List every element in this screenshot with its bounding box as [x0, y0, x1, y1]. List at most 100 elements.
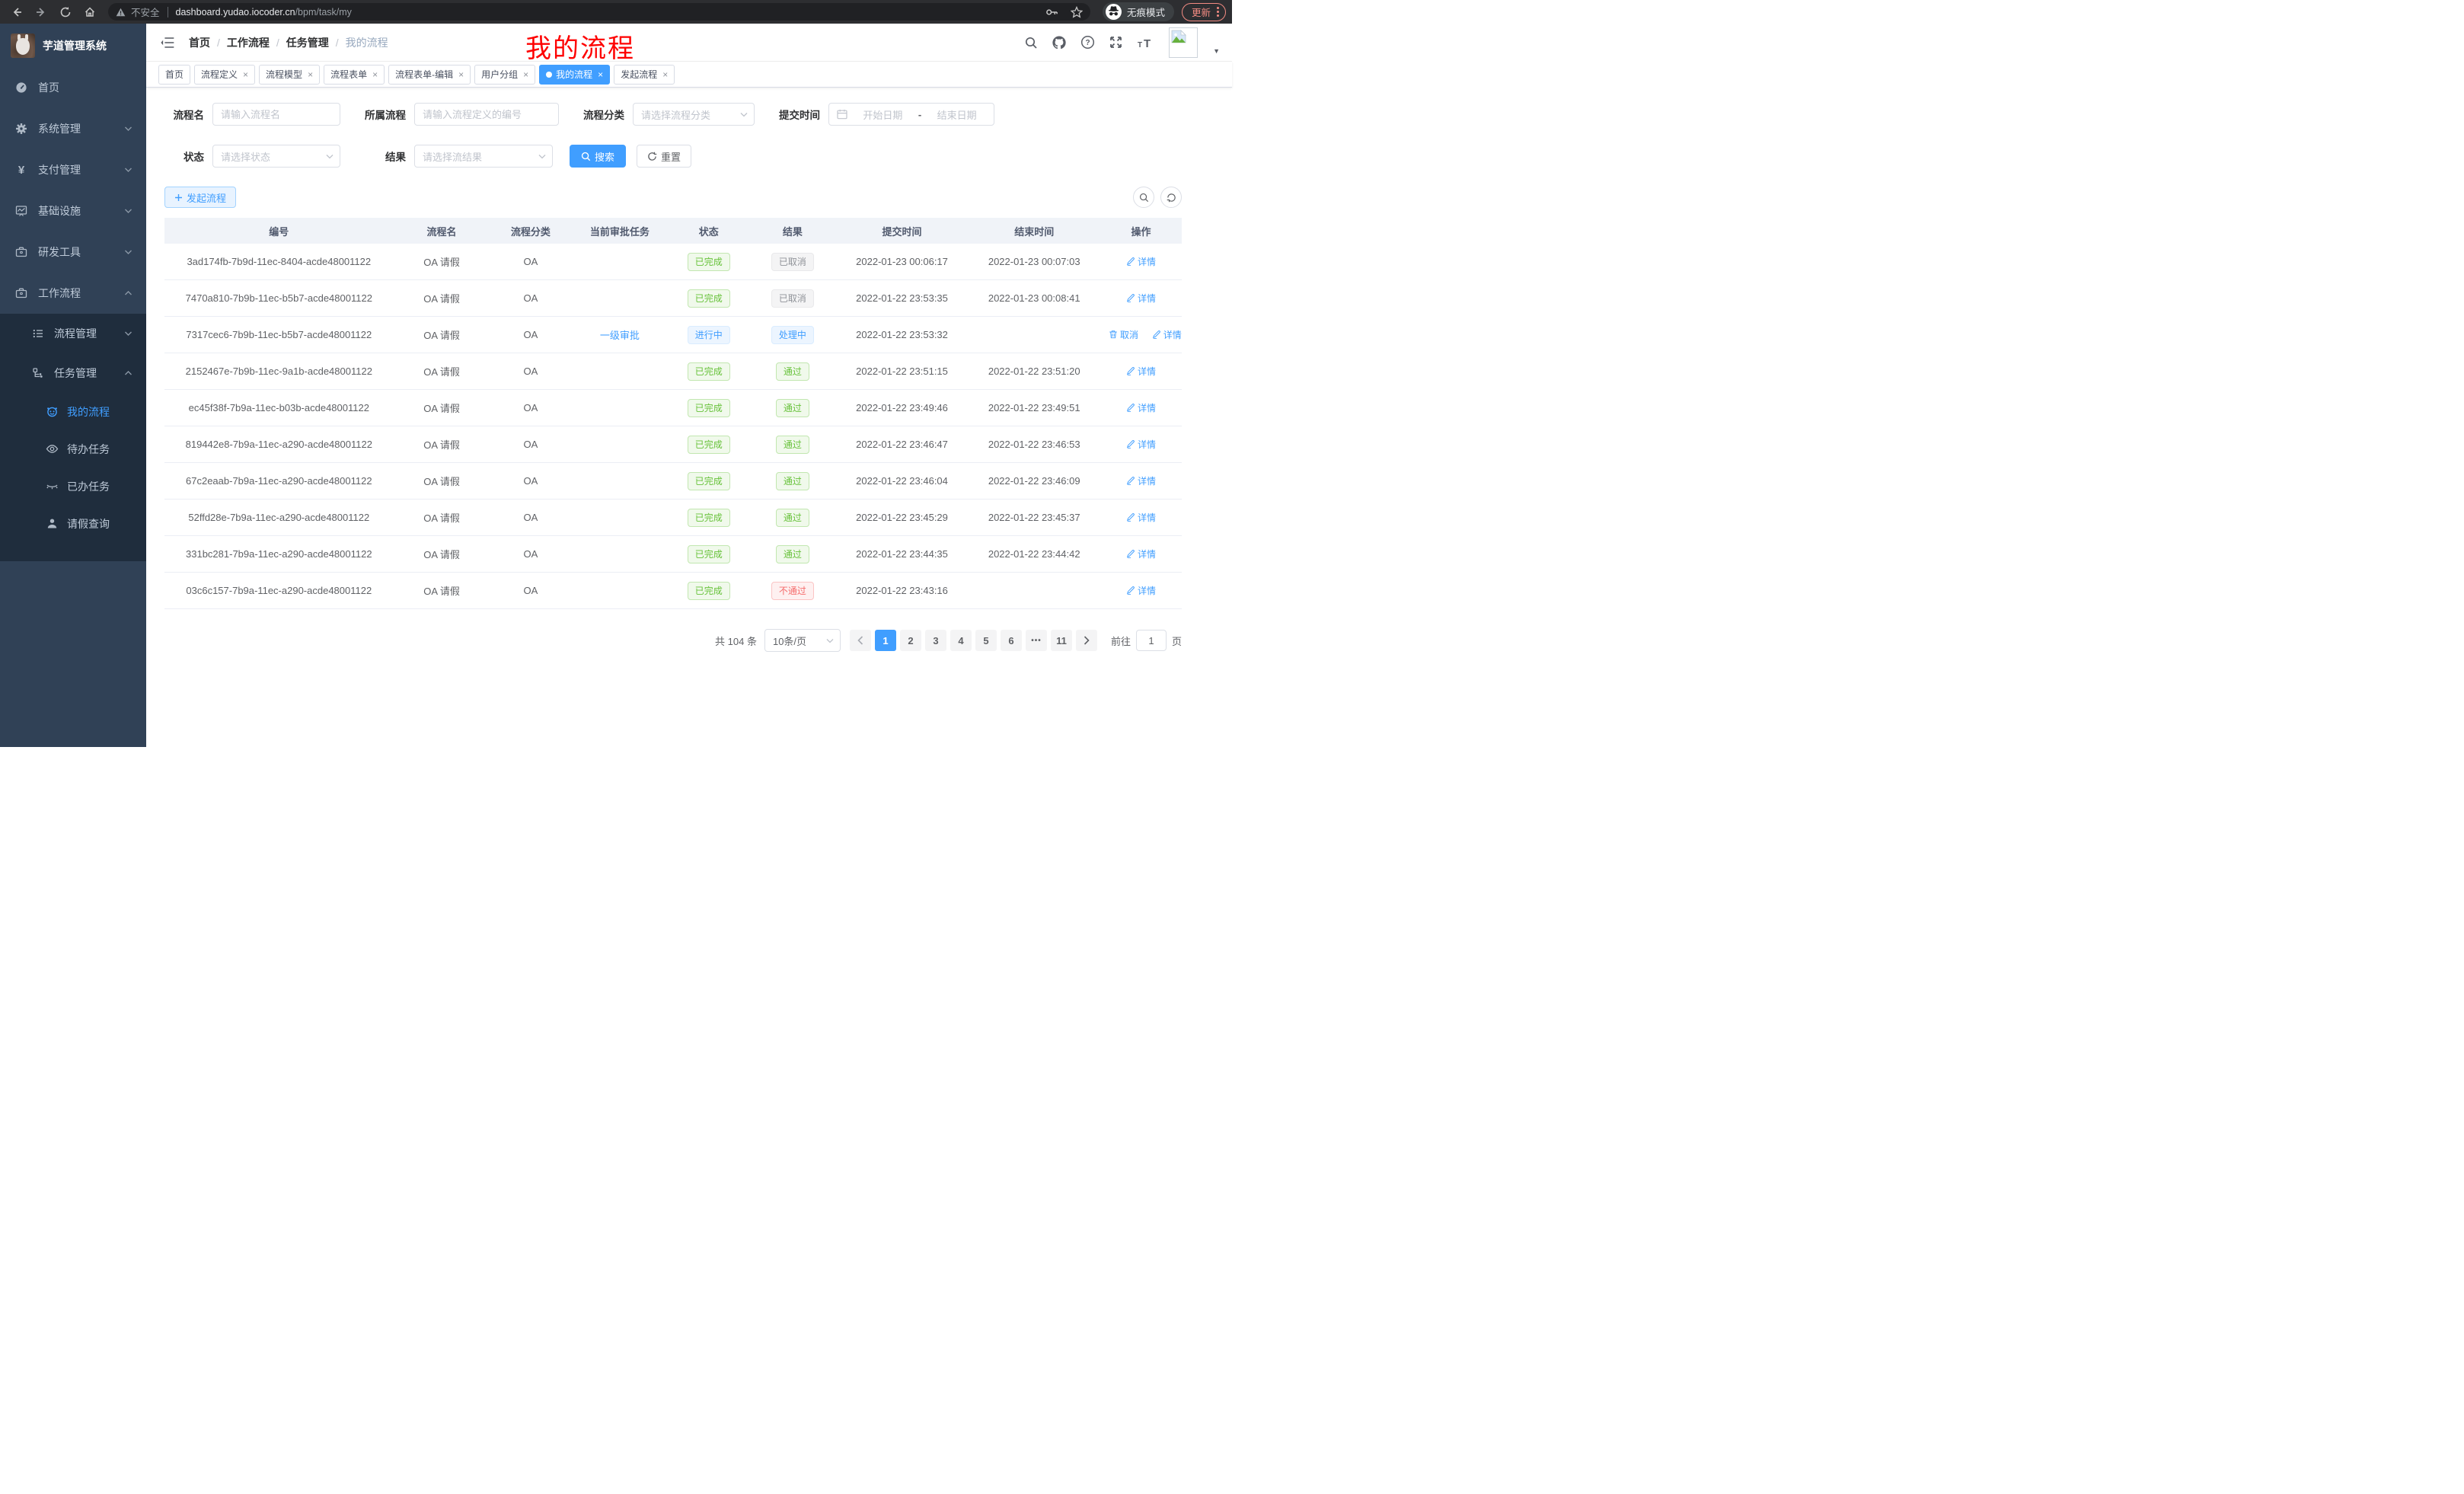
start-process-button[interactable]: 发起流程: [164, 187, 236, 208]
breadcrumb-workflow[interactable]: 工作流程: [227, 35, 270, 50]
tab-process-form-edit[interactable]: 流程表单-编辑×: [388, 65, 471, 85]
tab-my-process[interactable]: 我的流程×: [539, 65, 610, 85]
font-size-icon[interactable]: TT: [1137, 36, 1155, 49]
sidebar-item-system[interactable]: 系统管理: [0, 108, 146, 149]
search-button[interactable]: 搜索: [570, 145, 626, 168]
broken-image-icon: [1171, 30, 1186, 43]
page-button[interactable]: 3: [925, 630, 946, 651]
detail-link[interactable]: 详情: [1126, 401, 1156, 414]
tab-process-definition[interactable]: 流程定义×: [194, 65, 255, 85]
eye-closed-icon: [46, 480, 58, 493]
breadcrumb-home[interactable]: 首页: [189, 35, 210, 50]
row-end-time: 2022-01-23 00:08:41: [968, 292, 1100, 304]
page-button[interactable]: 4: [950, 630, 972, 651]
sidebar-item-todo-tasks[interactable]: 待办任务: [0, 430, 146, 468]
parent-process-input[interactable]: [414, 103, 559, 126]
detail-link[interactable]: 详情: [1126, 584, 1156, 597]
tab-home[interactable]: 首页: [158, 65, 190, 85]
sidebar-collapse-icon[interactable]: [158, 33, 178, 53]
refresh-icon: [647, 152, 657, 161]
browser-back-button[interactable]: [6, 2, 27, 22]
sidebar-item-infra[interactable]: 基础设施: [0, 190, 146, 231]
detail-link[interactable]: 详情: [1126, 365, 1156, 378]
next-page-button[interactable]: [1076, 630, 1097, 651]
prev-page-button[interactable]: [850, 630, 871, 651]
address-bar[interactable]: 不安全 dashboard.yudao.iocoder.cn/bpm/task/…: [108, 3, 1090, 21]
row-process-name: OA 请假: [394, 437, 490, 452]
sidebar-item-done-tasks[interactable]: 已办任务: [0, 468, 146, 505]
close-icon[interactable]: ×: [243, 70, 248, 79]
user-icon: [46, 517, 58, 530]
sidebar-item-my-process[interactable]: 我的流程: [0, 393, 146, 430]
more-pages-button[interactable]: •••: [1026, 630, 1047, 651]
browser-forward-button[interactable]: [30, 2, 52, 22]
detail-link[interactable]: 详情: [1152, 328, 1182, 341]
avatar[interactable]: [1169, 27, 1198, 58]
browser-menu-icon[interactable]: [1217, 7, 1219, 17]
page-button[interactable]: 11: [1051, 630, 1072, 651]
breadcrumb-task-mgmt[interactable]: 任务管理: [286, 35, 329, 50]
sidebar-item-payment[interactable]: ¥ 支付管理: [0, 149, 146, 190]
row-end-time: 2022-01-22 23:45:37: [968, 512, 1100, 523]
close-icon[interactable]: ×: [308, 70, 313, 79]
detail-link[interactable]: 详情: [1126, 438, 1156, 451]
svg-text:T: T: [1138, 41, 1142, 49]
password-key-icon[interactable]: [1045, 6, 1058, 18]
sidebar-item-workflow[interactable]: 工作流程: [0, 273, 146, 314]
sidebar-item-process-mgmt[interactable]: 流程管理: [0, 314, 146, 353]
process-category-select[interactable]: 请选择流程分类: [633, 103, 755, 126]
tab-user-group[interactable]: 用户分组×: [474, 65, 535, 85]
fullscreen-icon[interactable]: [1109, 35, 1123, 49]
sidebar-item-home[interactable]: 首页: [0, 67, 146, 108]
status-select[interactable]: 请选择状态: [212, 145, 340, 168]
result-badge: 通过: [776, 362, 809, 381]
help-icon[interactable]: ?: [1080, 35, 1095, 49]
page-button[interactable]: 5: [975, 630, 997, 651]
detail-link[interactable]: 详情: [1126, 292, 1156, 305]
row-category: OA: [490, 292, 572, 304]
detail-link[interactable]: 详情: [1126, 547, 1156, 560]
sidebar-item-leave-query[interactable]: 请假查询: [0, 505, 146, 542]
page-size-select[interactable]: 10条/页: [764, 629, 841, 652]
search-icon[interactable]: [1024, 36, 1038, 49]
close-icon[interactable]: ×: [372, 70, 378, 79]
tab-process-form[interactable]: 流程表单×: [324, 65, 385, 85]
sidebar-item-devtools[interactable]: 研发工具: [0, 231, 146, 273]
app-logo-row[interactable]: 芋道管理系统: [0, 24, 146, 67]
close-icon[interactable]: ×: [458, 70, 464, 79]
detail-link[interactable]: 详情: [1126, 474, 1156, 487]
sidebar-item-task-mgmt[interactable]: 任务管理: [0, 353, 146, 393]
total-count: 共 104 条: [715, 634, 757, 648]
hide-search-button[interactable]: [1133, 187, 1154, 208]
page-button[interactable]: 2: [900, 630, 921, 651]
close-icon[interactable]: ×: [598, 70, 603, 79]
current-task-link[interactable]: 一级审批: [600, 330, 640, 341]
tab-process-model[interactable]: 流程模型×: [259, 65, 320, 85]
bookmark-star-icon[interactable]: [1071, 6, 1083, 18]
page-button[interactable]: 1: [875, 630, 896, 651]
browser-update-button[interactable]: 更新: [1182, 3, 1226, 21]
tab-start-process[interactable]: 发起流程×: [614, 65, 675, 85]
edit-icon: [1126, 586, 1135, 595]
edit-icon: [1126, 257, 1135, 266]
reset-button[interactable]: 重置: [637, 145, 691, 168]
submit-time-range-picker[interactable]: 开始日期 - 结束日期: [828, 103, 994, 126]
process-name-input[interactable]: [212, 103, 340, 126]
result-select[interactable]: 请选择流结果: [414, 145, 553, 168]
browser-home-button[interactable]: [79, 2, 101, 22]
delete-icon: [1109, 330, 1118, 339]
avatar-caret-icon[interactable]: ▼: [1213, 47, 1220, 58]
close-icon[interactable]: ×: [662, 70, 668, 79]
chevron-up-icon: [124, 290, 132, 296]
detail-link[interactable]: 详情: [1126, 255, 1156, 268]
close-icon[interactable]: ×: [523, 70, 528, 79]
github-icon[interactable]: [1052, 35, 1067, 50]
row-process-name: OA 请假: [394, 327, 490, 342]
page-button[interactable]: 6: [1001, 630, 1022, 651]
chevron-down-icon: [826, 638, 834, 643]
browser-reload-button[interactable]: [55, 2, 76, 22]
cancel-link[interactable]: 取消: [1109, 328, 1138, 341]
detail-link[interactable]: 详情: [1126, 511, 1156, 524]
goto-page-input[interactable]: [1136, 630, 1167, 651]
refresh-table-button[interactable]: [1160, 187, 1182, 208]
